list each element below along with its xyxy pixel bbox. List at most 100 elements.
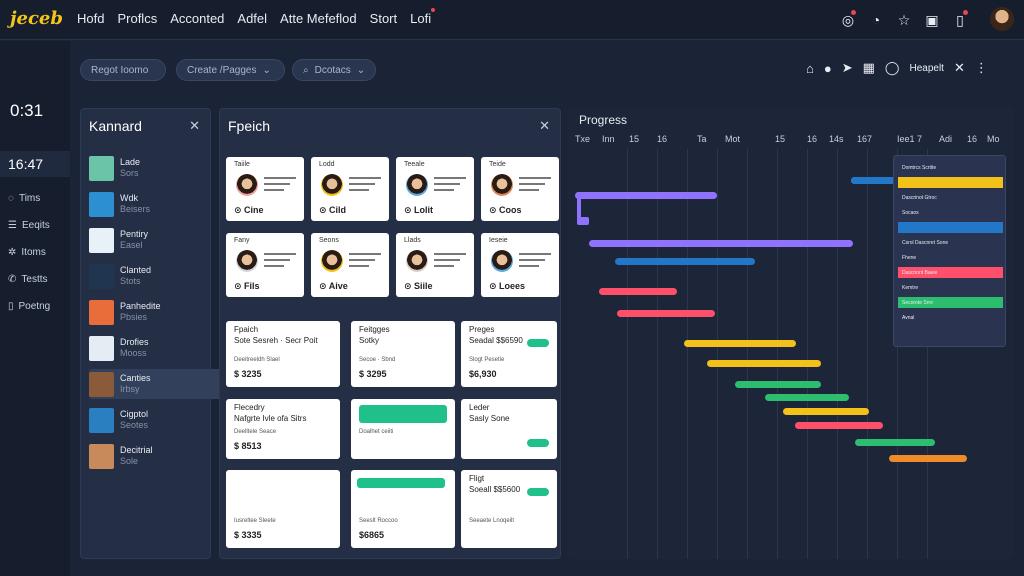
transaction-card[interactable]: Fpaich Sote Sesreh · Secr Poit Deeitreeldh… xyxy=(226,321,340,387)
sidebar-item[interactable]: ✆ Testts xyxy=(8,272,50,286)
gantt-bar[interactable] xyxy=(684,340,796,347)
transaction-card[interactable]: Flecedry Nafgrte Ivle ofa Sitrs Deelltele … xyxy=(226,399,340,459)
gantt-bar[interactable] xyxy=(855,439,935,446)
create-pages-dropdown[interactable]: Create /Pagges ⌄ xyxy=(176,59,285,81)
profile-card[interactable]: Fany ⊙ Fils xyxy=(226,233,304,297)
gantt-bar[interactable] xyxy=(765,394,849,401)
expand-icon[interactable]: ⋮ xyxy=(975,60,988,76)
transaction-card[interactable]: Feitgges Sotky Secoe · Sbnd $ 3295 xyxy=(351,321,455,387)
transaction-card[interactable]: Preges Seadal $$6590 Slogt Pesetie $6,930 xyxy=(461,321,557,387)
gantt-bar[interactable] xyxy=(783,408,869,415)
status-icon: ⊙ xyxy=(234,205,245,215)
item-title: Pentiry xyxy=(120,229,149,239)
notification-icon[interactable]: ◎ xyxy=(836,8,860,32)
text-line xyxy=(349,253,381,255)
legend-row[interactable]: Socaos xyxy=(898,207,1003,218)
profile-card[interactable]: Teeale ⊙ Lolit xyxy=(396,157,474,221)
nav-item[interactable]: Adfel xyxy=(237,11,267,26)
progress-panel: Progress Txe Inn 15 16 Ta Mot 15 16 14s 167 Iee1 7 A… xyxy=(567,107,1014,559)
profile-card[interactable]: Teide ⊙ Coos xyxy=(481,157,559,221)
transaction-card[interactable]: Seeslt Roccoo $6865 xyxy=(351,470,455,548)
card-title: Preges xyxy=(469,325,495,334)
transaction-card[interactable]: Leder Sasly Sone xyxy=(461,399,557,459)
nav-item[interactable]: Acconted xyxy=(170,11,224,26)
gantt-bar[interactable] xyxy=(889,455,967,462)
item-subtitle: Irbsy xyxy=(120,384,140,394)
item-title: Decitrial xyxy=(120,445,153,455)
status-icon: ⊙ xyxy=(319,205,330,215)
app-logo[interactable]: jeceb xyxy=(10,8,63,29)
gantt-bar[interactable] xyxy=(599,288,677,295)
home-icon[interactable]: ⌂ xyxy=(806,61,814,76)
nav-item[interactable]: Stort xyxy=(370,11,397,26)
calendar-icon[interactable]: ▦ xyxy=(863,60,875,76)
box-icon[interactable]: ▣ xyxy=(920,8,944,32)
text-line xyxy=(519,183,545,185)
gantt-bar[interactable] xyxy=(617,310,715,317)
text-line xyxy=(519,253,551,255)
legend-row[interactable] xyxy=(898,177,1003,188)
legend-row[interactable]: Domtrcs Scrtite xyxy=(898,162,1003,173)
card-label: Teide xyxy=(489,161,506,168)
action-button[interactable] xyxy=(527,488,549,496)
user-avatar[interactable] xyxy=(990,7,1014,31)
grid-line xyxy=(627,149,628,559)
profile-card[interactable]: Seons ⊙ Aive xyxy=(311,233,389,297)
kanban-panel: Kannard ✕ Lade Sors Wdk Beisers Pentiry Easel… xyxy=(80,108,244,559)
help-icon[interactable]: ◯ xyxy=(885,60,900,76)
item-thumbnail xyxy=(89,371,114,397)
gantt-bar[interactable] xyxy=(735,381,821,388)
legend-row[interactable]: Secorote Srre xyxy=(898,297,1003,308)
action-button[interactable] xyxy=(527,339,549,347)
star-icon[interactable]: ☆ xyxy=(892,8,916,32)
sidebar-item-label: Testts xyxy=(21,273,48,285)
transaction-card[interactable]: Iusreltee Sleete $ 3335 xyxy=(226,470,340,548)
gantt-bar[interactable] xyxy=(615,258,755,265)
transaction-card[interactable]: Doalhet ceiiti xyxy=(351,399,455,459)
nav-item[interactable]: Proflcs xyxy=(117,11,157,26)
user-icon[interactable]: ● xyxy=(824,61,832,76)
legend-row[interactable]: Avnal xyxy=(898,312,1003,323)
report-button[interactable]: Regot Ioomo xyxy=(80,59,166,81)
nav-item[interactable]: Hofd xyxy=(77,11,104,26)
legend-row[interactable]: Fhene xyxy=(898,252,1003,263)
status-icon: ⊙ xyxy=(489,281,500,291)
gantt-bar[interactable] xyxy=(795,422,883,429)
item-subtitle: Sole xyxy=(120,456,139,466)
gantt-bar[interactable] xyxy=(707,360,821,367)
close-icon[interactable]: ✕ xyxy=(954,60,965,76)
legend-row[interactable]: Kemtre xyxy=(898,282,1003,293)
list-icon: ☰ xyxy=(8,219,17,231)
chat-icon: ◌ xyxy=(8,192,14,204)
profile-card[interactable]: Llads ⊙ Siile xyxy=(396,233,474,297)
legend-row[interactable]: Dascnont Baeie xyxy=(898,267,1003,278)
sidebar-item[interactable]: ▯ Poetng xyxy=(8,299,50,313)
card-subtitle: Sasly Sone xyxy=(469,414,510,423)
legend-row[interactable]: Csrol Dascnret Sone xyxy=(898,237,1003,248)
navigate-icon[interactable]: ➤ xyxy=(842,60,853,76)
clock-icon[interactable]: ◔ xyxy=(864,8,888,32)
sidebar-item[interactable]: ◌ Tims xyxy=(8,191,50,205)
sidebar-item[interactable]: ☰ Eeqits xyxy=(8,218,50,232)
gantt-bar[interactable] xyxy=(589,240,853,247)
close-icon[interactable]: ✕ xyxy=(189,118,200,134)
text-line xyxy=(519,259,545,261)
transaction-card[interactable]: Fligt Soeall $$5600 Seeaete Lnoqeilt xyxy=(461,470,557,548)
mobile-icon[interactable]: ▯ xyxy=(948,8,972,32)
profile-card[interactable]: Ieseie ⊙ Loees xyxy=(481,233,559,297)
profile-card[interactable]: Taiile ⊙ Cine xyxy=(226,157,304,221)
grid-line xyxy=(837,149,838,559)
nav-item[interactable]: Atte Mefeflod xyxy=(280,11,357,26)
close-icon[interactable]: ✕ xyxy=(539,118,550,134)
sidebar-item[interactable]: ✲ Itoms xyxy=(8,245,50,259)
help-label[interactable]: Heapelt xyxy=(909,63,943,74)
legend-row[interactable]: Dascrinot Gtroc xyxy=(898,192,1003,203)
action-button[interactable] xyxy=(527,439,549,447)
profile-card[interactable]: Lodd ⊙ Cild xyxy=(311,157,389,221)
contacts-search[interactable]: ⌕ Dcotacs ⌄ xyxy=(292,59,376,81)
gantt-bar[interactable] xyxy=(575,192,717,199)
legend-row[interactable] xyxy=(898,222,1003,233)
status-icon: ⊙ xyxy=(319,281,329,291)
nav-item[interactable]: Lofi xyxy=(410,8,436,26)
status-icon: ⊙ xyxy=(404,281,415,291)
